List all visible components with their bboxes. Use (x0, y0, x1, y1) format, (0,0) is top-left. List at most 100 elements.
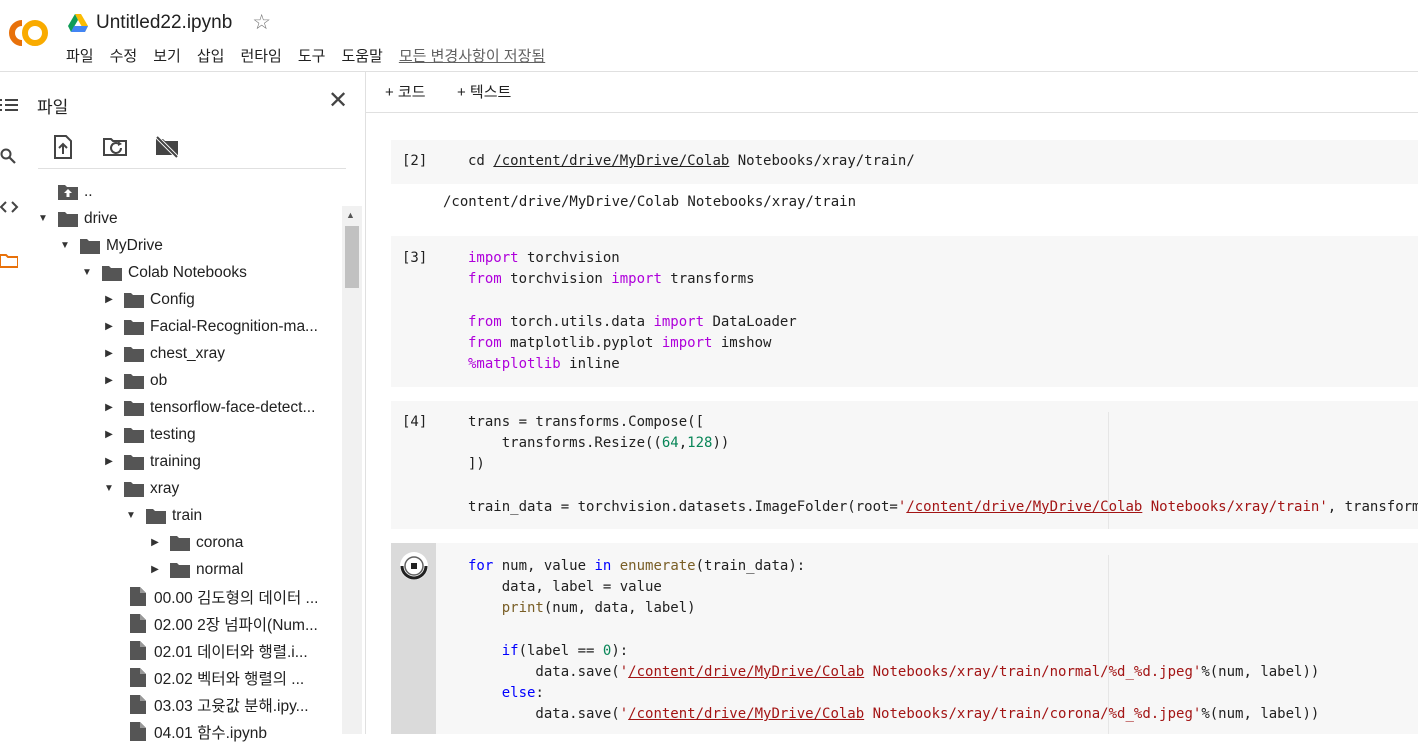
tree-folder-item[interactable]: ▼ drive (36, 205, 118, 232)
tree-folder-item[interactable]: ▶ Config (102, 286, 195, 313)
code-token: %(num, label)) (1201, 706, 1320, 723)
code-line: else: (468, 683, 1319, 704)
code-token: transforms.Resize(( (468, 435, 662, 452)
caret-down-icon[interactable]: ▼ (124, 510, 138, 521)
menu-view[interactable]: 보기 (153, 45, 181, 66)
code-token: 128 (687, 435, 713, 452)
table-of-contents-icon[interactable] (0, 98, 18, 112)
caret-right-icon[interactable]: ▶ (148, 537, 162, 548)
tree-folder-item[interactable]: ▶ chest_xray (102, 340, 225, 367)
folder-icon (124, 427, 144, 443)
cell-code[interactable]: for num, value in enumerate(train_data):… (468, 556, 1319, 726)
caret-right-icon[interactable]: ▶ (102, 402, 116, 413)
tree-folder-item[interactable]: ▶ Facial-Recognition-ma... (102, 313, 318, 340)
caret-down-icon[interactable]: ▼ (58, 240, 72, 251)
left-rail (0, 72, 28, 734)
menu-tools[interactable]: 도구 (298, 45, 326, 66)
path-link[interactable]: /content/drive/MyDrive/Colab (628, 664, 864, 680)
tree-file-item[interactable]: 02.00 2장 넘파이(Num... (130, 610, 318, 637)
cell-code[interactable]: cd /content/drive/MyDrive/Colab Notebook… (468, 151, 915, 172)
code-line: %matplotlib inline (468, 354, 797, 375)
caret-right-icon[interactable]: ▶ (102, 348, 116, 359)
close-icon[interactable]: ✕ (328, 86, 348, 115)
code-cell-2[interactable]: [2] cd /content/drive/MyDrive/Colab Note… (391, 140, 1418, 184)
code-cell-3[interactable]: [3] import torchvision from torchvision i… (391, 236, 1418, 387)
caret-right-icon[interactable]: ▶ (102, 429, 116, 440)
star-outline-icon[interactable]: ☆ (252, 10, 271, 35)
code-token: import (611, 271, 662, 288)
code-line: for num, value in enumerate(train_data): (468, 556, 1319, 577)
colab-logo[interactable] (2, 16, 50, 50)
code-token: for (468, 558, 494, 574)
code-cell-running[interactable]: for num, value in enumerate(train_data):… (391, 543, 1418, 734)
stop-running-cell-icon[interactable] (398, 550, 430, 582)
caret-down-icon[interactable]: ▼ (102, 483, 116, 494)
tree-file-item[interactable]: 00.00 김도형의 데이터 ... (130, 583, 318, 610)
menu-insert[interactable]: 삽입 (197, 45, 225, 66)
path-link[interactable]: /content/drive/MyDrive/Colab (493, 153, 729, 169)
notebook-title[interactable]: Untitled22.ipynb (96, 12, 232, 34)
path-link[interactable]: /content/drive/MyDrive/Colab (628, 706, 864, 722)
save-status-link[interactable]: 모든 변경사항이 저장됨 (399, 45, 545, 66)
add-code-button[interactable]: + 코드 (385, 81, 426, 102)
tree-folder-item[interactable]: ▶ tensorflow-face-detect... (102, 394, 315, 421)
tree-folder-item[interactable]: ▶ testing (102, 421, 196, 448)
tree-folder-item[interactable]: ▶ ob (102, 367, 167, 394)
tree-item-label: Colab Notebooks (128, 263, 247, 281)
tree-folder-item[interactable]: ▶ normal (148, 556, 243, 583)
scroll-up-arrow-icon[interactable]: ▲ (346, 210, 355, 220)
caret-right-icon[interactable]: ▶ (102, 456, 116, 467)
caret-down-icon[interactable]: ▼ (36, 213, 50, 224)
tree-folder-item[interactable]: ▼ Colab Notebooks (80, 259, 247, 286)
code-token: inline (560, 355, 620, 372)
insert-toolbar: + 코드 + 텍스트 (366, 72, 1418, 113)
tree-file-item[interactable]: 03.03 고윳값 분해.ipy... (130, 691, 309, 718)
caret-right-icon[interactable]: ▶ (102, 375, 116, 386)
code-token: trans = transforms.Compose([ (468, 414, 705, 430)
tree-folder-item[interactable]: .. (36, 178, 93, 205)
tree-item-label: training (150, 452, 201, 470)
search-icon[interactable] (0, 148, 18, 166)
unmount-drive-icon[interactable] (154, 134, 180, 160)
path-link[interactable]: /content/drive/MyDrive/Colab (906, 499, 1142, 515)
refresh-folder-icon[interactable] (102, 134, 128, 160)
code-line: trans = transforms.Compose([ (468, 412, 1418, 433)
tree-folder-item[interactable]: ▼ MyDrive (58, 232, 163, 259)
tree-file-item[interactable]: 02.02 벡터와 행렬의 ... (130, 664, 304, 691)
tree-folder-item[interactable]: ▼ train (124, 502, 202, 529)
tree-item-label: drive (84, 209, 118, 227)
add-text-button[interactable]: + 텍스트 (457, 81, 511, 102)
menu-edit[interactable]: 수정 (110, 45, 138, 66)
cell-code[interactable]: import torchvision from torchvision impor… (468, 248, 797, 375)
caret-right-icon[interactable]: ▶ (102, 321, 116, 332)
files-folder-icon[interactable] (0, 254, 18, 268)
tree-item-label: normal (196, 560, 244, 578)
code-token: from (468, 334, 502, 351)
caret-right-icon[interactable]: ▶ (148, 564, 162, 575)
tree-item-label: ob (150, 371, 168, 389)
folder-icon (170, 535, 190, 551)
menu-file[interactable]: 파일 (66, 45, 94, 66)
folder-icon (124, 400, 144, 416)
code-cell-4[interactable]: [4] trans = transforms.Compose([ transfo… (391, 401, 1418, 529)
tree-file-item[interactable]: 04.01 함수.ipynb (130, 718, 267, 745)
tree-folder-item[interactable]: ▶ training (102, 448, 201, 475)
caret-right-icon[interactable]: ▶ (102, 294, 116, 305)
tree-folder-item[interactable]: ▼ xray (102, 475, 179, 502)
scrollbar-thumb[interactable] (345, 226, 359, 288)
folder-icon (124, 346, 144, 362)
code-snippets-icon[interactable] (0, 200, 20, 214)
upload-file-icon[interactable] (50, 134, 76, 160)
tree-file-item[interactable]: 02.01 데이터와 행렬.i... (130, 637, 308, 664)
code-token: num, value (493, 558, 595, 574)
menu-help[interactable]: 도움말 (341, 45, 382, 66)
cell-prompt: [2] (402, 153, 428, 169)
cell-code[interactable]: trans = transforms.Compose([ transforms.… (468, 412, 1418, 518)
code-line: from torch.utils.data import DataLoader (468, 312, 797, 333)
tree-folder-item[interactable]: ▶ corona (148, 529, 243, 556)
caret-down-icon[interactable]: ▼ (80, 267, 94, 278)
menu-runtime[interactable]: 런타임 (240, 45, 281, 66)
code-token: cd (468, 153, 494, 169)
file-icon (130, 641, 146, 660)
tree-item-label: .. (84, 182, 93, 200)
